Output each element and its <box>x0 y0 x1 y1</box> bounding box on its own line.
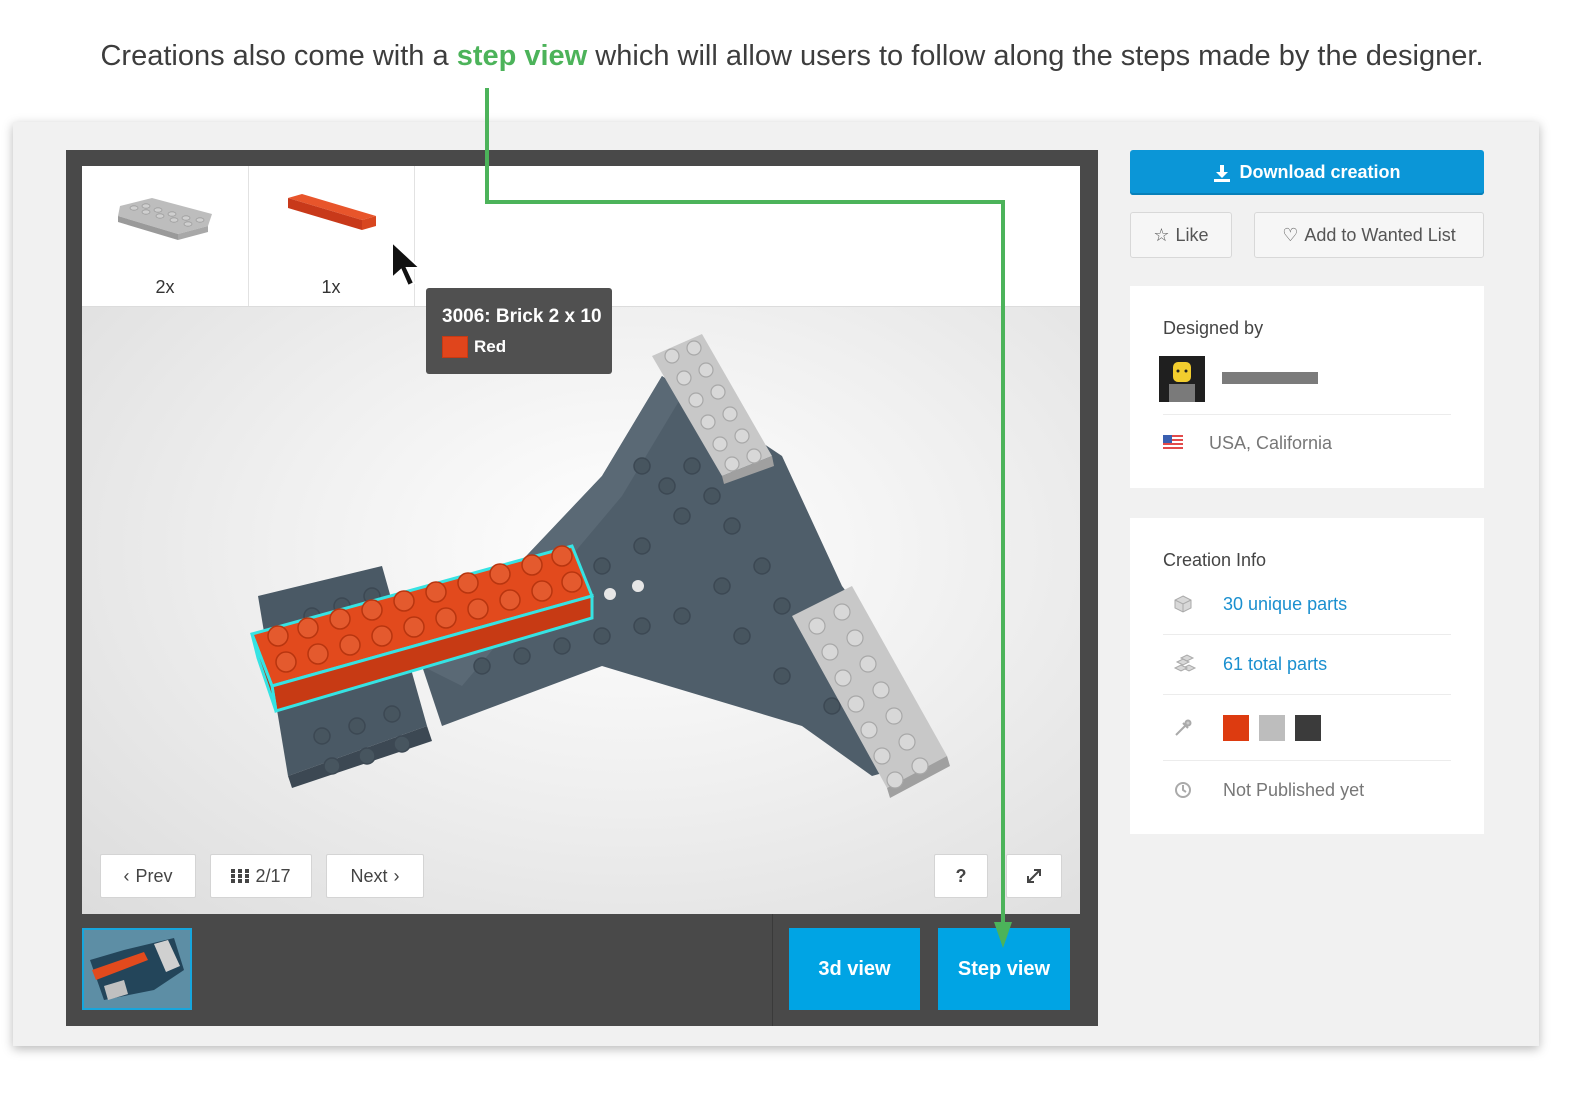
like-label: Like <box>1175 224 1209 245</box>
chevron-left-icon: ‹ <box>123 865 130 886</box>
step-counter: 2/17 <box>255 865 291 886</box>
download-label: Download creation <box>1239 162 1401 182</box>
mouse-cursor-icon <box>391 240 423 288</box>
fullscreen-button[interactable] <box>1006 854 1062 898</box>
part-tooltip: 3006: Brick 2 x 10 Red <box>426 288 612 374</box>
chevron-right-icon: › <box>393 865 400 886</box>
creation-info-card: Creation Info 30 unique parts 61 total p… <box>1130 518 1484 834</box>
color-swatch-dark-gray[interactable] <box>1295 715 1321 741</box>
minifig-avatar-icon <box>1159 356 1205 402</box>
next-label: Next <box>350 865 388 886</box>
tooltip-color: Red <box>442 336 506 358</box>
caption-text-after: which will allow users to follow along t… <box>587 40 1484 72</box>
caption-highlight: step view <box>456 40 588 72</box>
star-icon: ☆ <box>1153 224 1170 245</box>
color-swatch-red[interactable] <box>1223 715 1249 741</box>
caption: Creations also come with a step view whi… <box>0 40 1584 73</box>
next-button[interactable]: Next › <box>326 854 424 898</box>
designer-heading: Designed by <box>1163 318 1264 338</box>
total-parts-link[interactable]: 61 total parts <box>1223 654 1327 675</box>
brick-cube-icon <box>1174 595 1192 613</box>
info-separator <box>1163 634 1451 635</box>
total-parts-row: 61 total parts <box>1163 644 1453 684</box>
step-view-button[interactable]: Step view <box>938 928 1070 1010</box>
creation-info-heading: Creation Info <box>1163 550 1267 570</box>
unique-parts-link[interactable]: 30 unique parts <box>1223 594 1347 615</box>
status-row: Not Published yet <box>1163 770 1453 810</box>
step-grid-button[interactable]: 2/17 <box>210 854 312 898</box>
us-flag-icon <box>1163 435 1183 451</box>
viewer-canvas[interactable]: 2x 1x 3006: Brick 2 x 10 Red ‹ Prev 2/17… <box>82 166 1080 914</box>
wanted-label: Add to Wanted List <box>1304 224 1456 245</box>
help-button[interactable]: ? <box>934 854 988 898</box>
download-icon <box>1214 164 1231 182</box>
like-button[interactable]: ☆ Like <box>1130 212 1232 258</box>
designer-location: USA, California <box>1209 432 1333 453</box>
thumbnail-image <box>84 930 190 1008</box>
info-separator <box>1163 760 1451 761</box>
screenshot-frame: 2x 1x 3006: Brick 2 x 10 Red ‹ Prev 2/17… <box>13 122 1539 1046</box>
tooltip-color-name: Red <box>474 337 507 356</box>
3d-view-button[interactable]: 3d view <box>789 928 920 1010</box>
designer-separator <box>1163 414 1451 415</box>
prev-label: Prev <box>135 865 173 886</box>
filmstrip-divider <box>772 914 773 1026</box>
redacted-username[interactable] <box>1222 372 1318 384</box>
creation-viewer: 2x 1x 3006: Brick 2 x 10 Red ‹ Prev 2/17… <box>66 150 1098 1026</box>
location-row: USA, California <box>1163 428 1332 458</box>
designer-card: Designed by USA, California <box>1130 286 1484 488</box>
info-separator <box>1163 694 1451 695</box>
prev-button[interactable]: ‹ Prev <box>100 854 196 898</box>
clock-icon <box>1175 782 1191 798</box>
heart-icon: ♡ <box>1282 224 1299 245</box>
bricks-stack-icon <box>1173 654 1197 672</box>
model-render[interactable] <box>82 166 1080 914</box>
caption-text-before: Creations also come with a <box>100 40 457 72</box>
publish-status: Not Published yet <box>1223 779 1365 800</box>
download-creation-button[interactable]: Download creation <box>1130 150 1484 195</box>
grid-icon <box>231 869 250 883</box>
add-to-wanted-list-button[interactable]: ♡ Add to Wanted List <box>1254 212 1484 258</box>
avatar[interactable] <box>1159 356 1205 402</box>
tooltip-title: 3006: Brick 2 x 10 <box>442 306 602 327</box>
tooltip-color-swatch <box>442 336 468 358</box>
expand-icon <box>1027 869 1041 883</box>
step-thumbnail[interactable] <box>82 928 192 1010</box>
colors-row <box>1163 708 1453 748</box>
unique-parts-row: 30 unique parts <box>1163 584 1453 624</box>
eyedropper-icon <box>1175 719 1192 736</box>
color-swatch-light-gray[interactable] <box>1259 715 1285 741</box>
